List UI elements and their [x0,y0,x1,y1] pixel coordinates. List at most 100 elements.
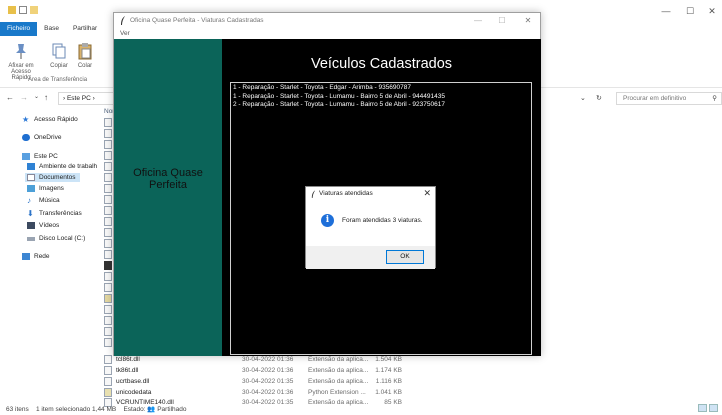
nav-transferencias[interactable]: ⬇ Transferências [27,209,82,218]
file-icon [104,305,112,314]
ok-button[interactable]: OK [386,250,424,264]
download-icon: ⬇ [27,209,34,218]
app-menubar: Ver [114,30,540,39]
file-icon [104,294,112,303]
document-icon [27,174,35,181]
file-icon [104,129,112,138]
image-icon [27,185,35,192]
list-item[interactable]: 1 - Reparação - Starlet - Toyota - Edgar… [233,84,531,93]
app-titlebar: Oficina Quase Perfeita - Viaturas Cadast… [114,13,540,30]
nav-rede[interactable]: Rede [22,253,50,260]
quick-access-toolbar [8,6,38,14]
file-icon [104,217,112,226]
nav-videos[interactable]: Vídeos [27,222,59,229]
file-icon [104,228,112,237]
video-icon [27,222,35,229]
python-file-icon [104,387,112,397]
tk-feather-icon [121,16,125,25]
file-row[interactable]: unicodedata 30-04-2022 01:36 Python Exte… [104,387,404,397]
network-icon [22,253,30,260]
menu-ver[interactable]: Ver [120,30,130,37]
computer-icon [22,153,30,160]
file-icon [104,195,112,204]
info-icon: i [321,214,334,227]
drive-icon [27,236,35,241]
dialog-titlebar: Viaturas atendidas ✕ [306,187,435,202]
file-icon [104,140,112,149]
file-icon [104,118,112,127]
address-bar[interactable]: › Este PC › [58,92,118,105]
app-window: Oficina Quase Perfeita - Viaturas Cadast… [113,12,541,356]
file-icon [104,239,112,248]
file-icon [104,250,112,259]
nav-disco-local[interactable]: Disco Local (C:) [27,235,85,242]
paste-button[interactable]: Colar [74,42,96,69]
cloud-icon [22,134,30,141]
search-icon: ⚲ [712,95,717,102]
file-icon [104,338,112,347]
item-count: 63 itens [6,406,29,413]
close-button[interactable]: ✕ [700,6,722,17]
nav-este-pc[interactable]: Este PC [22,153,58,160]
refresh-icon[interactable]: ↻ [596,94,602,102]
app-minimize-button[interactable]: — [468,16,488,25]
app-sidebar: Oficina Quase Perfeita [114,39,222,356]
app-close-button[interactable]: ✕ [518,16,538,25]
forward-arrow-icon[interactable]: → [20,93,28,102]
tab-base[interactable]: Base [37,22,66,36]
file-icon [104,354,112,364]
copy-icon [51,42,67,60]
page-title: Veículos Cadastrados [310,56,453,72]
desktop-icon [27,163,35,170]
back-arrow-icon[interactable]: ← [6,93,14,102]
large-icons-view-icon[interactable] [709,404,718,412]
clipboard-icon [77,42,93,60]
tab-partilhar[interactable]: Partilhar [66,22,104,36]
file-row[interactable]: ucrtbase.dll 30-04-2022 01:35 Extensão d… [104,376,404,386]
file-icon [104,162,112,171]
file-row[interactable]: tk86t.dll 30-04-2022 01:36 Extensão da a… [104,365,404,375]
music-icon: ♪ [27,196,31,205]
tk-feather-icon [311,190,316,198]
dialog-title: Viaturas atendidas [319,190,373,197]
pin-icon [13,42,29,60]
folder-icon[interactable] [8,6,16,14]
nav-imagens[interactable]: Imagens [27,185,64,192]
copy-button[interactable]: Copiar [48,42,70,69]
tab-ficheiro[interactable]: Ficheiro [0,22,38,36]
minimize-button[interactable]: — [654,6,678,16]
details-view-icon[interactable] [698,404,707,412]
properties-icon[interactable] [19,6,27,14]
nav-ambiente-trabalho[interactable]: Ambiente de trabalh [27,163,97,170]
star-icon: ★ [22,115,30,124]
dialog-body: i Foram atendidas 3 viaturas. OK [306,202,435,269]
dialog-close-button[interactable]: ✕ [423,188,431,199]
info-dialog: Viaturas atendidas ✕ i Foram atendidas 3… [305,186,436,269]
selection-info: 1 item selecionado 1,44 MB [36,406,117,413]
file-icon [104,272,112,281]
search-placeholder: Procurar em definitivo [623,95,687,102]
nav-acesso-rapido[interactable]: ★ Acesso Rápido [22,115,78,124]
address-text: › Este PC › [63,95,95,102]
file-icon [104,316,112,325]
file-icon [104,173,112,182]
status-bar: 63 itens 1 item selecionado 1,44 MB Esta… [6,405,187,413]
search-input[interactable]: Procurar em definitivo ⚲ [616,92,722,105]
file-icon [104,206,112,215]
file-icon [104,365,112,375]
new-folder-icon[interactable] [30,6,38,14]
list-item[interactable]: 1 - Reparação - Starlet - Toyota - Lumam… [233,93,531,102]
nav-documentos[interactable]: Documentos [25,173,80,182]
maximize-button[interactable]: ☐ [678,6,702,17]
file-icon [104,327,112,336]
list-item[interactable]: 2 - Reparação - Starlet - Toyota - Lumam… [233,101,531,110]
view-toggle [698,404,718,412]
share-state: Estado: 👥 Partilhado [123,406,187,413]
pin-quick-access-button[interactable]: Afixar em Acesso Rápido [6,42,36,81]
nav-onedrive[interactable]: OneDrive [22,134,61,141]
recent-chevron-icon[interactable]: ⌄ [34,93,39,100]
nav-musica[interactable]: ♪ Música [27,196,60,205]
up-arrow-icon[interactable]: ↑ [44,93,48,102]
app-maximize-button[interactable]: ☐ [492,16,512,25]
address-dropdown-icon[interactable]: ⌄ [580,94,586,102]
